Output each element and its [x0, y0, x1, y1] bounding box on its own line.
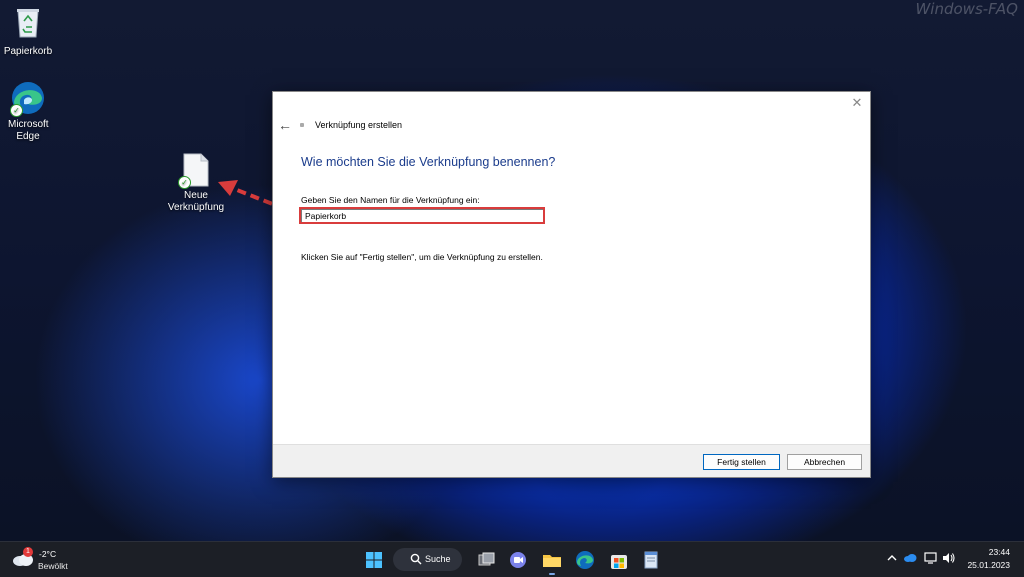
onedrive-icon[interactable]	[903, 552, 917, 564]
shortcut-name-input[interactable]	[301, 209, 544, 223]
network-icon[interactable]	[924, 552, 938, 564]
close-icon[interactable]: ✕	[850, 96, 864, 110]
edge-icon[interactable]	[574, 549, 596, 571]
weather-badge: 1	[23, 547, 33, 557]
back-arrow-icon[interactable]: ←	[277, 117, 293, 133]
file-explorer-icon[interactable]	[541, 549, 563, 571]
cancel-button[interactable]: Abbrechen	[787, 454, 862, 470]
notepad-icon[interactable]	[640, 549, 662, 571]
taskbar: 1 -2°C Bewölkt Suche 23:44 25.01.2023	[0, 541, 1024, 577]
taskbar-search[interactable]: Suche	[393, 548, 462, 571]
dialog-footer: Fertig stellen Abbrechen	[273, 444, 870, 477]
store-icon[interactable]	[608, 549, 630, 571]
create-shortcut-dialog: ✕ ← Verknüpfung erstellen Wie möchten Si…	[272, 91, 871, 478]
clock[interactable]: 23:44 25.01.2023	[967, 546, 1010, 572]
volume-icon[interactable]	[942, 552, 956, 564]
finish-hint: Klicken Sie auf "Fertig stellen", um die…	[301, 252, 543, 262]
active-indicator	[549, 573, 555, 575]
clock-date: 25.01.2023	[967, 560, 1010, 570]
teams-chat-icon[interactable]	[507, 549, 529, 571]
weather-temp: -2°C	[39, 549, 57, 559]
dialog-title: Verknüpfung erstellen	[315, 120, 403, 130]
dialog-title-icon	[300, 123, 304, 127]
clock-time: 23:44	[988, 547, 1010, 557]
chevron-up-icon[interactable]	[886, 552, 898, 564]
task-view-icon[interactable]	[475, 549, 497, 571]
finish-button[interactable]: Fertig stellen	[703, 454, 780, 470]
weather-condition: Bewölkt	[38, 561, 68, 571]
search-label: Suche	[425, 554, 451, 564]
weather-widget[interactable]: 1 -2°C Bewölkt	[12, 547, 82, 573]
dialog-heading: Wie möchten Sie die Verknüpfung benennen…	[301, 155, 556, 169]
name-label: Geben Sie den Namen für die Verknüpfung …	[301, 195, 480, 205]
windows-start-icon[interactable]	[363, 549, 385, 571]
search-icon	[410, 553, 422, 565]
